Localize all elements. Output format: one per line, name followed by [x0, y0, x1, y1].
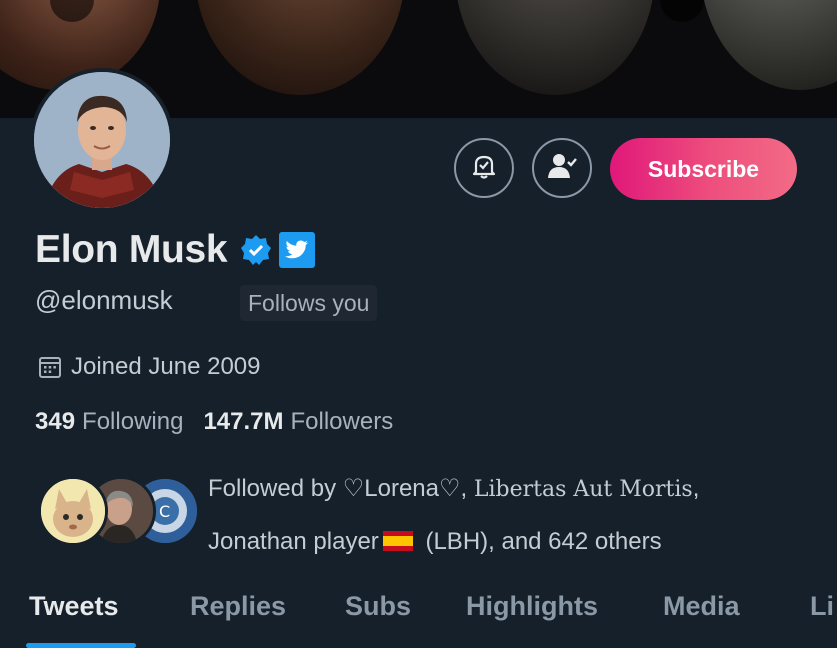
following-count: 349	[35, 408, 76, 435]
tab-subs[interactable]: Subs	[345, 591, 411, 622]
mutual-followers-avatars[interactable]: C	[38, 476, 200, 546]
separator: ,	[460, 475, 474, 502]
mutual-follower-avatar	[38, 476, 108, 546]
subscribe-button[interactable]: Subscribe	[610, 138, 797, 200]
joined-text: Joined June 2009	[71, 353, 261, 380]
active-tab-indicator	[26, 643, 136, 648]
followed-by-suffix: (LBH), and 642 others	[418, 528, 662, 555]
banner-planet	[455, 0, 655, 95]
followed-by-name: Libertas Aut Mortis	[473, 477, 693, 502]
banner-planet	[700, 0, 837, 90]
verified-badge-icon[interactable]	[239, 233, 273, 267]
profile-name-row: Elon Musk	[35, 224, 316, 276]
tab-replies[interactable]: Replies	[190, 591, 286, 622]
followers-stat[interactable]: 147.7M Followers	[203, 408, 393, 436]
notifications-button[interactable]	[454, 138, 514, 198]
tab-likes[interactable]: Li	[810, 591, 834, 622]
profile-name: Elon Musk	[35, 228, 228, 271]
avatar-image	[34, 72, 170, 208]
calendar-icon	[37, 354, 63, 380]
followed-by-name: Jonathan player	[208, 528, 379, 555]
following-stat[interactable]: 349 Following	[35, 408, 183, 436]
tab-tweets[interactable]: Tweets	[29, 591, 119, 622]
separator: ,	[692, 475, 700, 502]
tab-highlights[interactable]: Highlights	[466, 591, 598, 622]
profile-avatar[interactable]	[30, 68, 174, 212]
joined-date: Joined June 2009	[37, 353, 261, 381]
followers-count: 147.7M	[203, 408, 284, 435]
follow-stats: 349 Following 147.7M Followers	[35, 408, 393, 436]
followed-by-name: ♡Lorena♡	[342, 475, 461, 502]
followers-label: Followers	[290, 408, 394, 435]
spain-flag-icon	[382, 531, 413, 551]
banner-planet	[195, 0, 405, 95]
twitter-bird-icon[interactable]	[279, 232, 316, 268]
following-button[interactable]	[532, 138, 592, 198]
person-check-icon	[546, 151, 578, 186]
following-label: Following	[82, 408, 184, 435]
search-button[interactable]	[660, 0, 704, 22]
profile-handle: @elonmusk	[35, 285, 173, 315]
profile-tabs: Tweets Replies Subs Highlights Media Li	[0, 585, 837, 648]
follows-you-badge: Follows you	[240, 285, 378, 321]
svg-text:C: C	[159, 502, 170, 521]
tab-media[interactable]: Media	[663, 591, 740, 622]
followed-by-prefix: Followed by	[208, 475, 343, 502]
followed-by-text[interactable]: Followed by ♡Lorena♡, Libertas Aut Morti…	[208, 463, 808, 568]
bell-check-icon	[469, 151, 499, 186]
